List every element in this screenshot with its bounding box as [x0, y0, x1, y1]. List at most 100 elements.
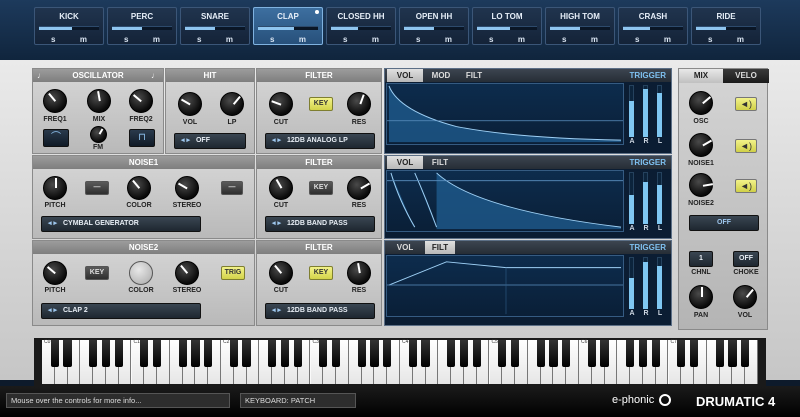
tab-mix[interactable]: MIX	[679, 69, 723, 83]
hit-lp-knob[interactable]	[220, 92, 244, 116]
pad-solo-button[interactable]: s	[270, 35, 274, 44]
envelope2-graph[interactable]	[386, 170, 624, 232]
meter-level-a[interactable]	[629, 195, 634, 224]
pad-solo-button[interactable]: s	[708, 35, 712, 44]
pad-solo-button[interactable]: s	[197, 35, 201, 44]
noise2-type-select[interactable]: ◂ ▸ CLAP 2	[41, 303, 201, 319]
black-key[interactable]	[715, 340, 724, 367]
pad-mute-button[interactable]: m	[737, 35, 744, 44]
square-wave-icon[interactable]: ⊓	[129, 129, 155, 147]
freq2-knob[interactable]	[129, 89, 153, 113]
env2-trigger-label[interactable]: TRIGGER	[630, 156, 666, 169]
black-key[interactable]	[498, 340, 507, 367]
fm-knob[interactable]	[90, 126, 107, 143]
black-key[interactable]	[587, 340, 596, 367]
black-key[interactable]	[408, 340, 417, 367]
hit-select[interactable]: ◂ ▸ OFF	[174, 133, 246, 149]
filter1-type-select[interactable]: ◂ ▸ 12DB ANALOG LP	[265, 133, 375, 149]
black-key[interactable]	[472, 340, 481, 367]
mix-osc-knob[interactable]	[689, 91, 713, 115]
black-key[interactable]	[319, 340, 328, 367]
pad-mute-button[interactable]: m	[591, 35, 598, 44]
black-key[interactable]	[536, 340, 545, 367]
black-key[interactable]	[242, 340, 251, 367]
black-key[interactable]	[50, 340, 59, 367]
hit-vol-knob[interactable]	[178, 92, 202, 116]
noise1-color-knob[interactable]	[127, 176, 151, 200]
pad-open-hh[interactable]: OPEN HH s m	[399, 7, 469, 45]
black-key[interactable]	[370, 340, 379, 367]
meter-level-r[interactable]	[643, 262, 648, 309]
pad-solo-button[interactable]: s	[51, 35, 55, 44]
meter-level-l[interactable]	[657, 92, 662, 137]
env1-trigger-label[interactable]: TRIGGER	[630, 69, 666, 82]
pad-lo-tom[interactable]: LO TOM s m	[472, 7, 542, 45]
black-key[interactable]	[204, 340, 213, 367]
black-key[interactable]	[114, 340, 123, 367]
filter2-cut-knob[interactable]	[269, 176, 293, 200]
speaker-icon[interactable]: ◄)	[735, 179, 757, 193]
env1-tab-vol[interactable]: VOL	[387, 69, 423, 82]
filter1-res-knob[interactable]	[347, 92, 371, 116]
pad-mute-button[interactable]: m	[664, 35, 671, 44]
black-key[interactable]	[651, 340, 660, 367]
env1-tab-filt[interactable]: FILT	[459, 69, 489, 82]
meter-level-a[interactable]	[629, 100, 634, 137]
noise2-key-button[interactable]: KEY	[85, 266, 109, 280]
env3-trigger-label[interactable]: TRIGGER	[630, 241, 666, 254]
black-key[interactable]	[689, 340, 699, 367]
black-key[interactable]	[191, 340, 200, 367]
pad-kick[interactable]: KICK s m	[34, 7, 104, 45]
pad-solo-button[interactable]: s	[635, 35, 639, 44]
pad-solo-button[interactable]: s	[562, 35, 566, 44]
env2-tab-filt[interactable]: FILT	[425, 156, 455, 169]
env3-tab-vol[interactable]: VOL	[387, 241, 423, 254]
meter-level-r[interactable]	[643, 182, 648, 224]
black-key[interactable]	[741, 340, 750, 367]
mix-off-button[interactable]: OFF	[689, 215, 759, 231]
black-key[interactable]	[280, 340, 289, 367]
sine-wave-icon[interactable]: ⌒	[43, 129, 69, 147]
choke-value[interactable]: OFF	[733, 251, 759, 267]
filter3-cut-knob[interactable]	[269, 261, 293, 285]
pad-ride[interactable]: RIDE s m	[691, 7, 761, 45]
black-key[interactable]	[229, 340, 238, 367]
freq1-knob[interactable]	[43, 89, 67, 113]
filter2-res-knob[interactable]	[347, 176, 371, 200]
pad-solo-button[interactable]: s	[343, 35, 347, 44]
black-key[interactable]	[562, 340, 571, 367]
black-key[interactable]	[331, 340, 341, 367]
black-key[interactable]	[447, 340, 456, 367]
filter3-res-knob[interactable]	[347, 261, 371, 285]
black-key[interactable]	[63, 340, 72, 367]
meter-level-l[interactable]	[657, 185, 662, 224]
meter-level-a[interactable]	[629, 277, 634, 309]
black-key[interactable]	[626, 340, 635, 367]
black-key[interactable]	[510, 340, 520, 367]
black-key[interactable]	[600, 340, 609, 367]
black-key[interactable]	[459, 340, 468, 367]
pad-mute-button[interactable]: m	[299, 35, 306, 44]
keyboard-mode-display[interactable]: KEYBOARD: PATCH	[240, 393, 356, 408]
mix-noise2-knob[interactable]	[689, 173, 714, 197]
pad-clap[interactable]: CLAP s m	[253, 7, 323, 45]
mix-noise1-knob[interactable]	[689, 133, 713, 157]
pad-mute-button[interactable]: m	[445, 35, 452, 44]
black-key[interactable]	[383, 340, 392, 367]
pad-solo-button[interactable]: s	[489, 35, 493, 44]
vol-knob[interactable]	[733, 285, 757, 309]
black-key[interactable]	[677, 340, 686, 367]
speaker-icon[interactable]: ◄)	[735, 139, 757, 153]
black-key[interactable]	[728, 340, 737, 367]
noise1-stereo-knob[interactable]	[175, 176, 199, 200]
pad-mute-button[interactable]: m	[80, 35, 87, 44]
pad-mute-button[interactable]: m	[226, 35, 233, 44]
speaker-icon[interactable]: ◄)	[735, 97, 757, 111]
mix-knob[interactable]	[87, 89, 111, 113]
filter1-key-button[interactable]: KEY	[309, 97, 333, 111]
envelope1-graph[interactable]	[386, 83, 624, 145]
pad-closed-hh[interactable]: CLOSED HH s m	[326, 7, 396, 45]
black-key[interactable]	[101, 340, 110, 367]
filter3-type-select[interactable]: ◂ ▸ 12DB BAND PASS	[265, 303, 375, 319]
pad-perc[interactable]: PERC s m	[107, 7, 177, 45]
